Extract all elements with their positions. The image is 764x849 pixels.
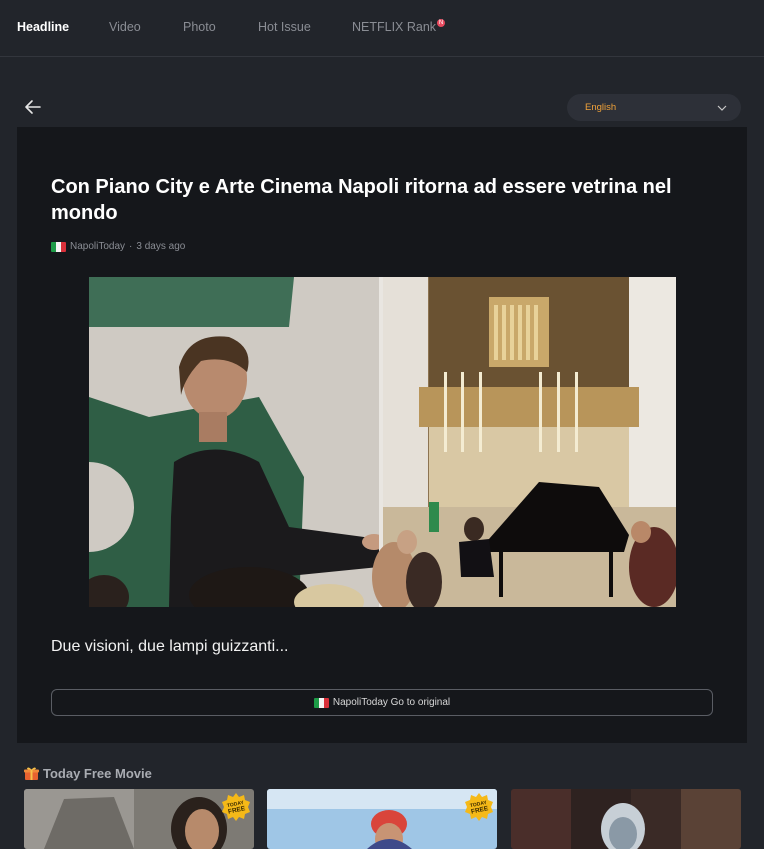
- nav-tab-hot-issue[interactable]: Hot Issue: [258, 20, 311, 34]
- nav-tab-photo[interactable]: Photo: [183, 20, 216, 34]
- chevron-down-icon: [717, 105, 727, 111]
- article-title: Con Piano City e Arte Cinema Napoli rito…: [51, 176, 672, 224]
- italy-flag-icon: [51, 241, 66, 252]
- article-time: 3 days ago: [136, 241, 186, 252]
- nav-tab-netflix-rank-label: NETFLIX Rank: [352, 20, 437, 34]
- nav-tab-headline[interactable]: Headline: [17, 20, 69, 34]
- movie-thumbnail: [24, 789, 254, 849]
- go-to-original-label: NapoliToday Go to original: [332, 697, 451, 708]
- article-card: Con Piano City e Arte Cinema Napoli rito…: [17, 127, 747, 743]
- language-value: English: [585, 102, 617, 113]
- today-free-badge-icon: TODAY FREE: [222, 793, 250, 821]
- movie-thumbnail: [267, 789, 497, 849]
- language-select[interactable]: English: [567, 94, 741, 121]
- movie-thumbnail: [511, 789, 741, 849]
- free-movie-card[interactable]: [511, 789, 741, 849]
- free-movie-heading-text: Today Free Movie: [43, 766, 152, 781]
- nav-tab-netflix-rank[interactable]: NETFLIX Rank N: [352, 19, 446, 34]
- article-photo-graphic: [89, 277, 676, 607]
- free-movie-heading: Today Free Movie: [24, 766, 152, 781]
- go-to-original-button[interactable]: NapoliToday Go to original: [51, 689, 713, 716]
- article-summary: Due visioni, due lampi guizzanti...: [51, 638, 289, 655]
- article-source: NapoliToday: [70, 241, 126, 252]
- top-navigation: Headline Video Photo Hot Issue NETFLIX R…: [0, 0, 764, 57]
- free-movie-card[interactable]: TODAY FREE: [267, 789, 497, 849]
- meta-separator: ·: [129, 241, 133, 252]
- nav-tab-video[interactable]: Video: [109, 20, 141, 34]
- today-free-badge-icon: TODAY FREE: [465, 793, 493, 821]
- arrow-left-icon: [25, 100, 41, 114]
- free-movie-card[interactable]: TODAY FREE: [24, 789, 254, 849]
- gift-icon: [24, 767, 39, 780]
- article-image: [89, 277, 676, 607]
- netflix-badge-icon: N: [437, 19, 446, 27]
- italy-flag-icon: [313, 697, 329, 708]
- back-button[interactable]: [22, 96, 44, 118]
- article-meta: NapoliToday · 3 days ago: [51, 241, 185, 252]
